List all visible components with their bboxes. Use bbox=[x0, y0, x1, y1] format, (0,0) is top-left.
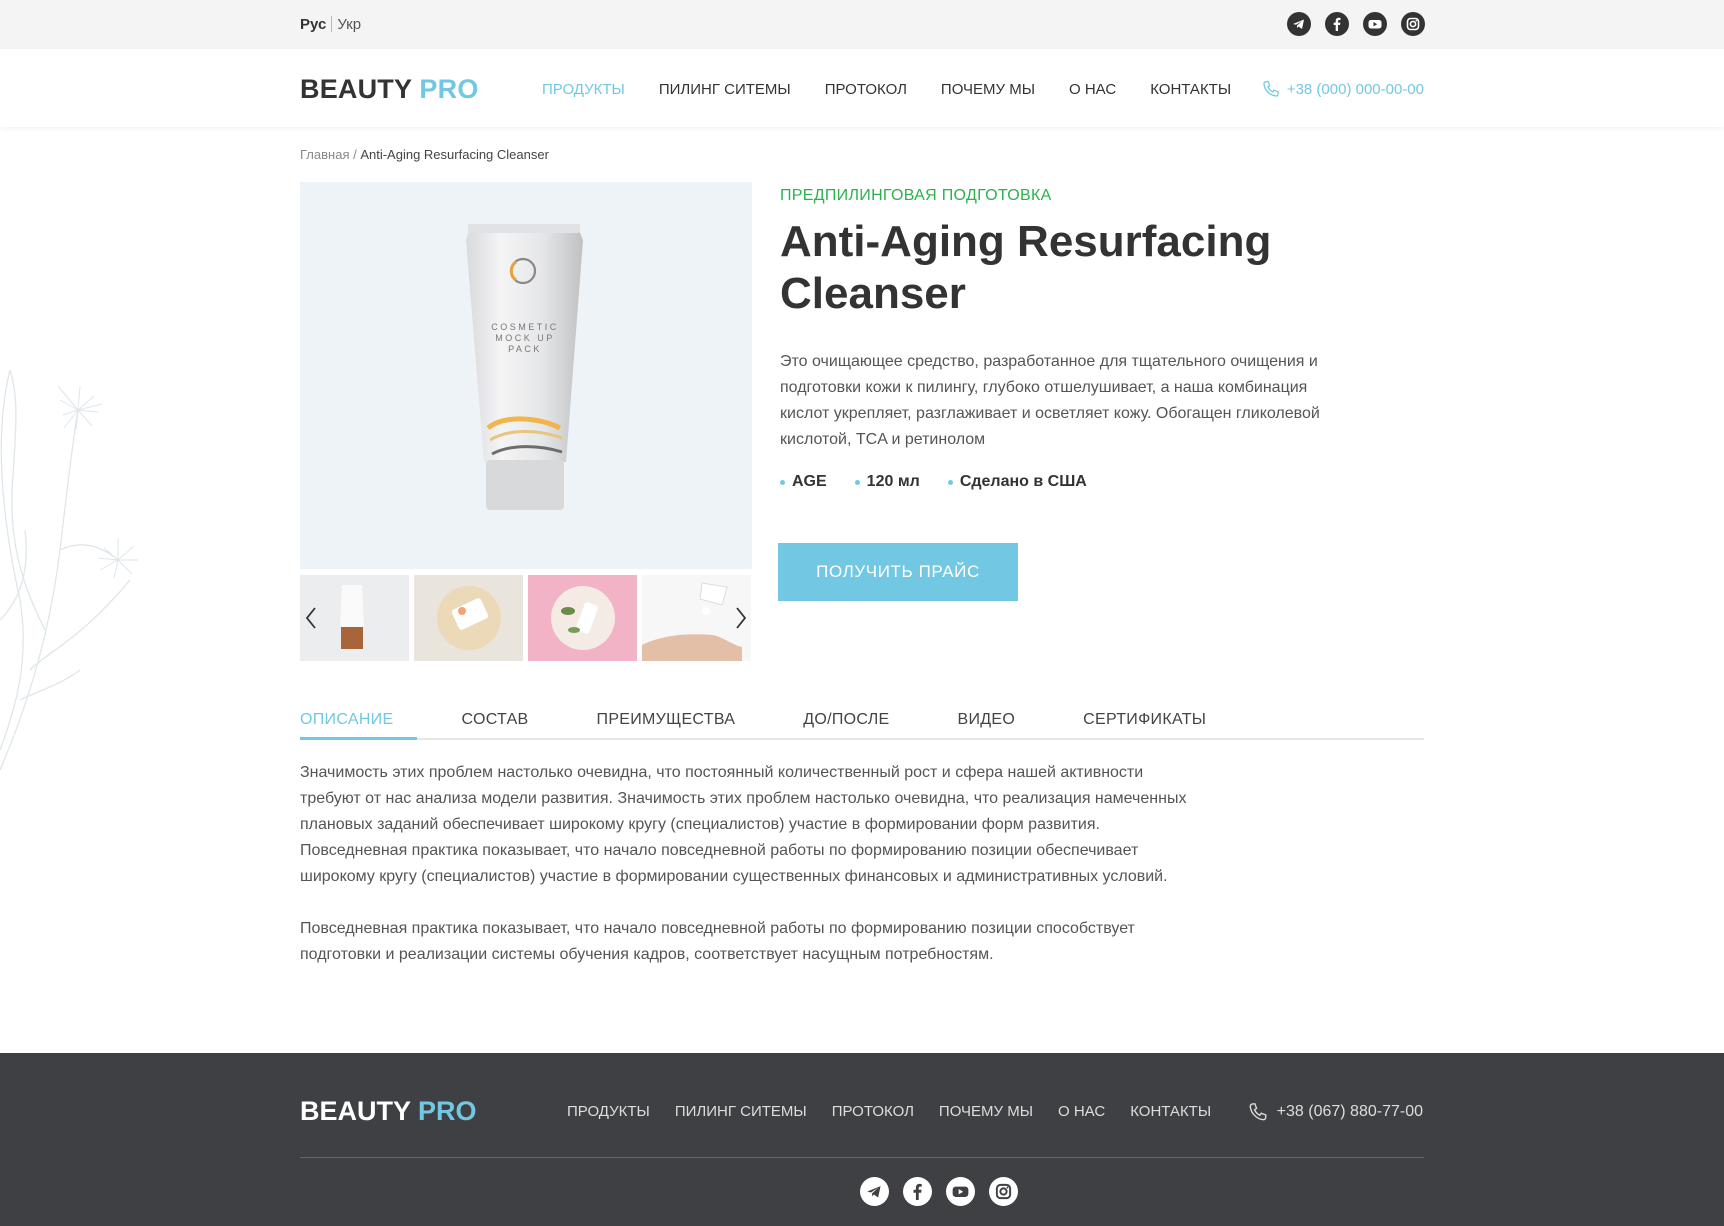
breadcrumb-current: Anti-Aging Resurfacing Cleanser bbox=[360, 147, 549, 162]
footer-logo[interactable]: BEAUTY PRO bbox=[300, 1096, 477, 1127]
footer-logo-pro: PRO bbox=[418, 1096, 477, 1126]
facebook-icon[interactable] bbox=[1325, 12, 1349, 36]
product-tabs: ОПИСАНИЕ СОСТАВ ПРЕИМУЩЕСТВА ДО/ПОСЛЕ ВИ… bbox=[300, 711, 1424, 740]
footer-nav: ПРОДУКТЫ ПИЛИНГ СИТЕМЫ ПРОТОКОЛ ПОЧЕМУ М… bbox=[567, 1103, 1236, 1120]
youtube-icon[interactable] bbox=[946, 1177, 975, 1206]
lang-ru[interactable]: Рус bbox=[300, 16, 326, 33]
footer-nav-peeling-systems[interactable]: ПИЛИНГ СИТЕМЫ bbox=[675, 1103, 807, 1120]
breadcrumb-home[interactable]: Главная bbox=[300, 147, 349, 162]
nav-why-us[interactable]: ПОЧЕМУ МЫ bbox=[941, 81, 1035, 98]
get-price-button[interactable]: ПОЛУЧИТЬ ПРАЙС bbox=[778, 543, 1018, 601]
footer: BEAUTY PRO ПРОДУКТЫ ПИЛИНГ СИТЕМЫ ПРОТОК… bbox=[0, 1053, 1724, 1226]
footer-divider bbox=[300, 1157, 1424, 1158]
product-thumbnails bbox=[300, 575, 752, 661]
phone-icon bbox=[1249, 1102, 1267, 1121]
thumbnail-2[interactable] bbox=[414, 575, 523, 661]
tube-text-line2: MOCK UP bbox=[495, 333, 555, 343]
lang-divider bbox=[331, 16, 333, 32]
footer-nav-products[interactable]: ПРОДУКТЫ bbox=[567, 1103, 650, 1120]
tab-video[interactable]: ВИДЕО bbox=[958, 711, 1016, 740]
tab-composition[interactable]: СОСТАВ bbox=[461, 711, 528, 740]
product-main-image[interactable]: COSMETIC MOCK UP PACK bbox=[300, 182, 752, 569]
thumbnail-3[interactable] bbox=[528, 575, 637, 661]
logo-beauty: BEAUTY bbox=[300, 74, 412, 104]
product-specs: AGE 120 мл Сделано в США bbox=[780, 473, 1115, 491]
nav-products[interactable]: ПРОДУКТЫ bbox=[542, 81, 625, 98]
footer-phone-number: +38 (067) 880-77-00 bbox=[1276, 1103, 1423, 1120]
nav-about[interactable]: О НАС bbox=[1069, 81, 1116, 98]
nav-protocol[interactable]: ПРОТОКОЛ bbox=[825, 81, 907, 98]
content-paragraph-1: Значимость этих проблем настолько очевид… bbox=[300, 764, 1187, 885]
phone-icon bbox=[1263, 80, 1279, 97]
nav-peeling-systems[interactable]: ПИЛИНГ СИТЕМЫ bbox=[659, 81, 791, 98]
content-paragraph-2: Повседневная практика показывает, что на… bbox=[300, 920, 1135, 963]
decorative-flower bbox=[0, 370, 138, 771]
breadcrumb-separator: / bbox=[349, 147, 361, 162]
tab-before-after[interactable]: ДО/ПОСЛЕ bbox=[803, 711, 889, 740]
tab-certificates[interactable]: СЕРТИФИКАТЫ bbox=[1083, 711, 1206, 740]
instagram-icon[interactable] bbox=[1401, 12, 1425, 36]
tab-description[interactable]: ОПИСАНИЕ bbox=[300, 711, 418, 740]
footer-nav-protocol[interactable]: ПРОТОКОЛ bbox=[832, 1103, 914, 1120]
footer-phone[interactable]: +38 (067) 880-77-00 bbox=[1247, 1101, 1423, 1123]
product-category[interactable]: ПРЕДПИЛИНГОВАЯ ПОДГОТОВКА bbox=[780, 187, 1052, 205]
thumbnail-prev-arrow[interactable] bbox=[303, 600, 319, 636]
nav-contacts[interactable]: КОНТАКТЫ bbox=[1150, 81, 1231, 98]
language-switcher: Рус Укр bbox=[300, 16, 361, 33]
top-bar: Рус Укр bbox=[0, 0, 1724, 49]
facebook-icon[interactable] bbox=[903, 1177, 932, 1206]
header-phone-number: +38 (000) 000-00-00 bbox=[1286, 80, 1424, 98]
telegram-icon[interactable] bbox=[860, 1177, 889, 1206]
spec-origin: Сделано в США bbox=[947, 473, 1087, 491]
product-description: Это очищающее средство, разработанное дл… bbox=[780, 353, 1320, 448]
spec-volume: 120 мл bbox=[854, 473, 920, 491]
main-nav: ПРОДУКТЫ ПИЛИНГ СИТЕМЫ ПРОТОКОЛ ПОЧЕМУ М… bbox=[542, 81, 1265, 98]
tube-text-line1: COSMETIC bbox=[491, 322, 559, 332]
header-phone[interactable]: +38 (000) 000-00-00 bbox=[1261, 79, 1424, 99]
lang-ua[interactable]: Укр bbox=[337, 16, 361, 33]
breadcrumb: Главная / Anti-Aging Resurfacing Cleanse… bbox=[300, 147, 549, 162]
tab-content: Значимость этих проблем настолько очевид… bbox=[300, 760, 1200, 994]
social-links-top bbox=[1287, 12, 1425, 36]
youtube-icon[interactable] bbox=[1363, 12, 1387, 36]
social-links-footer bbox=[860, 1177, 1018, 1206]
logo-pro: PRO bbox=[419, 74, 479, 104]
thumbnail-next-arrow[interactable] bbox=[733, 600, 749, 636]
footer-nav-why-us[interactable]: ПОЧЕМУ МЫ bbox=[939, 1103, 1033, 1120]
spec-line: AGE bbox=[780, 473, 827, 491]
product-title: Anti-Aging Resurfacing Cleanser bbox=[780, 217, 1272, 318]
footer-nav-about[interactable]: О НАС bbox=[1058, 1103, 1105, 1120]
tube-text-line3: PACK bbox=[508, 344, 542, 354]
footer-nav-contacts[interactable]: КОНТАКТЫ bbox=[1130, 1103, 1211, 1120]
instagram-icon[interactable] bbox=[989, 1177, 1018, 1206]
footer-logo-beauty: BEAUTY bbox=[300, 1096, 411, 1126]
main-header: BEAUTY PRO ПРОДУКТЫ ПИЛИНГ СИТЕМЫ ПРОТОК… bbox=[0, 49, 1724, 127]
tab-advantages[interactable]: ПРЕИМУЩЕСТВА bbox=[597, 711, 736, 740]
logo[interactable]: BEAUTY PRO bbox=[300, 74, 479, 105]
telegram-icon[interactable] bbox=[1287, 12, 1311, 36]
